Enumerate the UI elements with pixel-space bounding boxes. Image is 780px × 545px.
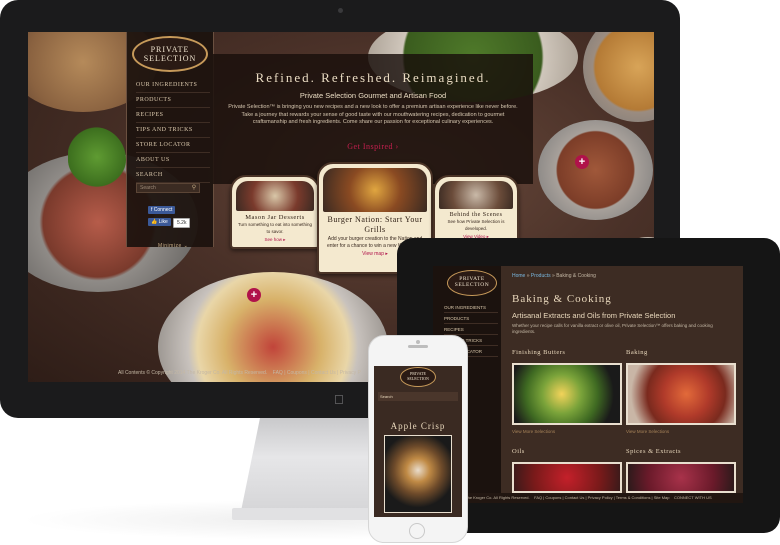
facebook-like-button[interactable]: 👍 Like [148, 218, 171, 226]
section-title: Baking [626, 349, 648, 356]
card-image [236, 181, 314, 211]
steak-plate [538, 120, 653, 220]
section-title: Finishing Butters [512, 349, 566, 356]
ipad-footer: Copyright 2014 The Kroger Co. All Rights… [433, 493, 743, 503]
nav-item-search: Search [136, 168, 210, 183]
apple-logo-icon:  [334, 393, 348, 407]
logo-text: SELECTION [407, 375, 429, 381]
imac-camera [338, 8, 343, 13]
get-inspired-link[interactable]: Get Inspired › [213, 142, 533, 151]
nav-item-about-us[interactable]: About Us [136, 153, 210, 168]
facebook-like-count: 5.2k [173, 218, 191, 228]
breadcrumb-products[interactable]: Products [531, 273, 551, 279]
card-behind-scenes[interactable]: Behind the Scenes See how Private Select… [433, 175, 519, 245]
section-title: Spices & Extracts [626, 448, 682, 455]
nav-item-our-ingredients[interactable]: Our Ingredients [444, 302, 498, 313]
iphone-camera [416, 340, 420, 344]
card-desc: See how Private Selection is developed. [447, 219, 505, 231]
product-tile-baking[interactable] [626, 363, 736, 425]
card-video-thumbnail [439, 181, 513, 209]
nav-item-products[interactable]: Products [444, 313, 498, 324]
hero-body: Private Selection™ is bringing you new r… [228, 104, 518, 125]
card-image [323, 168, 427, 212]
plus-hotspot-icon[interactable]: + [575, 155, 589, 169]
page-subtitle: Artisanal Extracts and Oils from Private… [512, 311, 676, 320]
breadcrumb: Home » Products » Baking & Cooking [512, 273, 596, 279]
nav-item-tips[interactable]: Tips and Tricks [136, 123, 210, 138]
product-tile-spices[interactable] [626, 462, 736, 493]
private-selection-logo[interactable]: PRIVATE SELECTION [447, 270, 497, 296]
herb-garnish [68, 127, 126, 187]
private-selection-logo[interactable]: PRIVATE SELECTION [132, 36, 208, 72]
view-more-link[interactable]: View More Selections [512, 429, 555, 434]
home-button[interactable] [409, 523, 425, 539]
card-title: Burger Nation: Start Your Grills [327, 215, 423, 234]
footer-copyright: All Contents © Copyright 2014 The Kroger… [118, 370, 268, 376]
section-title: Oils [512, 448, 525, 455]
breadcrumb-current: Baking & Cooking [556, 273, 596, 279]
bread-plate [583, 32, 654, 122]
recipe-title: Apple Crisp [390, 421, 446, 431]
card-desc: Turn something to eat into something to … [237, 222, 313, 234]
search-icon[interactable]: ⚲ [188, 183, 200, 193]
card-link[interactable]: See how ▸ [232, 237, 318, 243]
nav-item-store-locator[interactable]: Store Locator [136, 138, 210, 153]
product-tile-finishing-butters[interactable] [512, 363, 622, 425]
logo-text: SELECTION [143, 54, 197, 63]
iphone-search-bar[interactable]: Search [378, 392, 458, 401]
hero-subtitle: Private Selection Gourmet and Artisan Fo… [299, 91, 447, 100]
view-more-link[interactable]: View More Selections [626, 429, 669, 434]
logo-text: PRIVATE [150, 45, 190, 54]
nav-item-our-ingredients[interactable]: Our Ingredients [136, 78, 210, 93]
nav-item-recipes[interactable]: Recipes [444, 324, 498, 335]
minimize-label: Minimize [158, 243, 182, 249]
facebook-like-label: Like [158, 219, 168, 225]
page-intro: Whether your recipe calls for vanilla ex… [512, 323, 713, 334]
footer-links[interactable]: FAQ | Coupons | Contact Us | Privacy P [273, 370, 361, 376]
search-placeholder: Search [380, 394, 393, 399]
plus-hotspot-icon[interactable]: + [247, 288, 261, 302]
footer-connect[interactable]: CONNECT WITH US [674, 495, 712, 500]
minimize-toggle[interactable]: Minimize ⌄ [158, 243, 188, 249]
iphone-speaker [408, 345, 428, 348]
footer-links[interactable]: FAQ | Coupons | Contact Us | Privacy Pol… [534, 495, 669, 500]
nav-item-recipes[interactable]: Recipes [136, 108, 210, 123]
facebook-connect-label: Connect [153, 207, 173, 213]
page-title: Baking & Cooking [512, 293, 612, 305]
nav-item-products[interactable]: Products [136, 93, 210, 108]
main-nav: Our Ingredients Products Recipes Tips an… [136, 78, 210, 183]
breadcrumb-home[interactable]: Home [512, 273, 525, 279]
logo-text: SELECTION [454, 282, 490, 288]
private-selection-logo[interactable]: PRIVATE SELECTION [400, 367, 436, 387]
hero-title: Refined. Refreshed. Reimagined. [255, 70, 491, 85]
product-tile-oils[interactable] [512, 462, 622, 493]
card-title: Mason Jar Desserts [245, 214, 305, 221]
devices-showcase:  + + PRIVATE SELECTION Our Ingredients … [0, 0, 780, 545]
card-mason-jar[interactable]: Mason Jar Desserts Turn something to eat… [230, 175, 320, 249]
facebook-connect-button[interactable]: f Connect [148, 206, 176, 214]
pasta-plate [158, 272, 388, 382]
recipe-photo [384, 435, 452, 513]
